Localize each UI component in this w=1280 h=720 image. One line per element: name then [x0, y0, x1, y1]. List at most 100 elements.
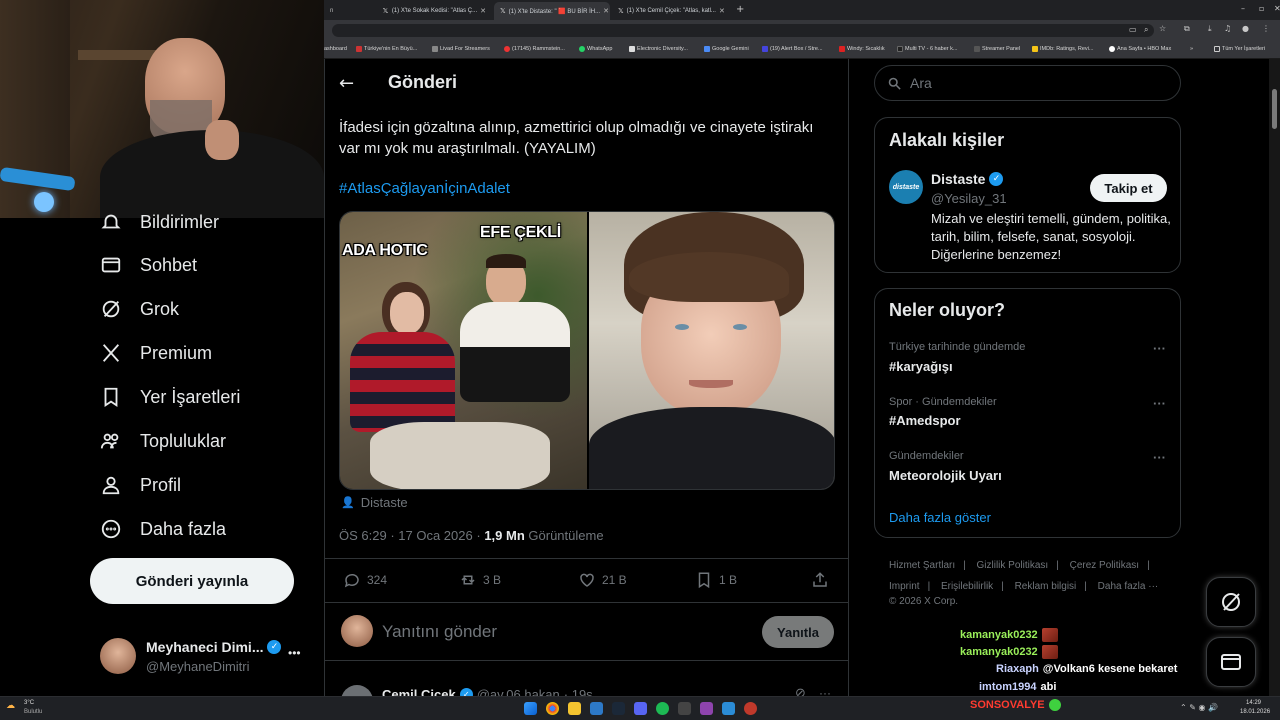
like-action[interactable]: 21 B	[578, 571, 627, 589]
media-control-icon[interactable]: ♫	[1224, 24, 1231, 33]
bookmarks-overflow[interactable]: »	[1190, 46, 1193, 52]
footer-link[interactable]: Reklam bilgisi	[1015, 581, 1077, 592]
footer-link[interactable]: Imprint	[889, 581, 920, 592]
app-icon[interactable]	[678, 702, 691, 715]
nav-bookmarks[interactable]: Yer İşaretleri	[100, 386, 240, 408]
menu-icon[interactable]: ⋮	[1262, 24, 1270, 33]
nav-profile[interactable]: Profil	[100, 474, 181, 496]
tweet-date[interactable]: 17 Oca 2026	[398, 528, 472, 543]
more-icon[interactable]: ···	[1153, 450, 1166, 465]
bookmark-item[interactable]: ashboard	[324, 46, 347, 52]
extensions-icon[interactable]: ⧉	[1184, 24, 1190, 34]
address-bar[interactable]: ▭ ⌕ ☆ ⧉ ⤓ ♫ ● ⋮	[324, 20, 1280, 40]
reply-button[interactable]: Yanıtla	[762, 616, 834, 648]
browser-tab[interactable]: n	[324, 2, 374, 20]
hashtag-link[interactable]: #AtlasÇağlayanİçinAdalet	[339, 180, 510, 197]
bookmark-item[interactable]: Livad For Streamers	[432, 46, 490, 52]
chrome-icon[interactable]	[546, 702, 559, 715]
close-window-icon[interactable]: ✕	[1274, 4, 1280, 13]
tweet-time[interactable]: ÖS 6:29	[339, 528, 387, 543]
bookmark-item[interactable]: Google Gemini	[704, 46, 749, 52]
bookmark-item[interactable]: (17145) Rammstein...	[504, 46, 565, 52]
more-icon[interactable]: •••	[288, 646, 301, 660]
reply-action[interactable]: 324	[343, 571, 387, 589]
app-icon[interactable]	[744, 702, 757, 715]
more-icon[interactable]: ···	[819, 686, 831, 696]
new-tab-icon[interactable]: +	[736, 4, 744, 15]
grok-icon[interactable]: ⊘	[795, 686, 806, 696]
file-explorer-icon[interactable]	[568, 702, 581, 715]
search-input[interactable]: Ara	[874, 65, 1181, 101]
zoom-icon[interactable]: ⌕	[1144, 25, 1148, 35]
nav-notifications[interactable]: Bildirimler	[100, 211, 219, 233]
bookmark-item[interactable]: (19) Alert Box / Stre...	[762, 46, 823, 52]
more-icon[interactable]: ···	[1153, 396, 1166, 411]
bookmark-item[interactable]: Streamer Panel	[974, 46, 1020, 52]
post-button[interactable]: Gönderi yayınla	[90, 558, 294, 604]
discord-icon[interactable]	[634, 702, 647, 715]
bookmark-item[interactable]: Electronic Diversity...	[629, 46, 688, 52]
bookmark-folder[interactable]: Tüm Yer İşaretleri	[1214, 46, 1265, 52]
scrollbar[interactable]	[1269, 59, 1280, 696]
footer-link[interactable]: Gizlilik Politikası	[977, 560, 1049, 571]
retweet-action[interactable]: 3 B	[459, 571, 501, 589]
nav-communities[interactable]: Topluluklar	[100, 430, 226, 452]
tweet-media[interactable]: ADA HOTIC EFE ÇEKLİ	[339, 211, 835, 490]
browser-tab[interactable]: 𝕏 (1) X'te Cemil Çiçek: "Atlas, katl... …	[612, 2, 728, 20]
app-icon[interactable]	[722, 702, 735, 715]
bookmark-item[interactable]: Türkiye'nin En Büyü...	[356, 46, 417, 52]
footer-link[interactable]: Hizmet Şartları	[889, 560, 955, 571]
follow-button[interactable]: Takip et	[1090, 174, 1167, 202]
reply-input[interactable]: Yanıtını gönder	[382, 622, 497, 642]
footer-link[interactable]: Çerez Politikası	[1070, 560, 1139, 571]
start-icon[interactable]	[524, 702, 537, 715]
nav-grok[interactable]: Grok	[100, 298, 179, 320]
media-photo-right[interactable]	[589, 212, 834, 489]
next-tweet[interactable]: Cemil Çiçek ✓ @av.06.hakan · 19s ⊘ ···	[325, 661, 848, 696]
media-photo-left[interactable]: ADA HOTIC EFE ÇEKLİ	[340, 212, 587, 489]
share-action[interactable]	[811, 571, 829, 589]
nav-chat[interactable]: Sohbet	[100, 254, 197, 276]
app-icon[interactable]	[700, 702, 713, 715]
bookmark-item[interactable]: WhatsApp	[579, 46, 612, 52]
minimize-icon[interactable]: –	[1241, 4, 1245, 13]
app-icon[interactable]	[590, 702, 603, 715]
page-title: Gönderi	[388, 72, 458, 92]
cast-icon[interactable]: ▭	[1129, 25, 1137, 34]
clock-time[interactable]: 14:29	[1246, 700, 1261, 706]
bookmark-item[interactable]: IMDb: Ratings, Revi...	[1032, 46, 1094, 52]
spotify-icon[interactable]	[656, 702, 669, 715]
close-icon[interactable]: ✕	[480, 7, 486, 15]
bookmark-action[interactable]: 1 B	[695, 571, 737, 589]
avatar[interactable]: distaste	[889, 170, 923, 204]
bookmark-item[interactable]: Ana Sayfa • HBO Max	[1109, 46, 1171, 52]
bookmark-item[interactable]: Windy: Sıcaklık	[839, 46, 885, 52]
more-icon[interactable]: ···	[1153, 341, 1166, 356]
chat-message: Riaxaph @Volkan6 kesene bekaret	[996, 663, 1177, 675]
browser-tab-active[interactable]: 𝕏 (1) X'te Distaste: " 🟥 BU BİR İH... ✕	[494, 2, 610, 20]
nav-more[interactable]: Daha fazla	[100, 518, 226, 540]
url-field[interactable]	[332, 24, 1154, 37]
download-icon[interactable]: ⤓	[1208, 24, 1212, 34]
system-tray-icons[interactable]: ⌃ ✎ ◉ 🔊	[1180, 703, 1218, 712]
show-more-link[interactable]: Daha fazla göster	[889, 510, 991, 525]
close-icon[interactable]: ✕	[719, 7, 725, 15]
footer-link[interactable]: Erişilebilirlik	[941, 581, 993, 592]
browser-tab[interactable]: 𝕏 (1) X'te Sokak Kedisi: "Atlas Ç... ✕	[376, 2, 492, 20]
back-arrow-icon[interactable]: ←	[339, 73, 354, 94]
close-icon[interactable]: ✕	[603, 7, 609, 15]
nav-premium[interactable]: Premium	[100, 342, 212, 364]
bookmark-item[interactable]: Multi TV - 6 haber k...	[897, 46, 957, 52]
user-name[interactable]: Distaste	[931, 171, 985, 187]
profile-avatar-icon[interactable]: ●	[1242, 24, 1249, 33]
footer-link[interactable]: Daha fazla ···	[1098, 581, 1159, 592]
grok-fab[interactable]	[1206, 577, 1256, 627]
messages-fab[interactable]	[1206, 637, 1256, 687]
star-icon[interactable]: ☆	[1159, 24, 1166, 33]
clock-date[interactable]: 18.01.2026	[1240, 709, 1270, 715]
account-switcher[interactable]: Meyhaneci Dimi... ✓ @MeyhaneDimitri •••	[100, 634, 315, 682]
scrollbar-thumb[interactable]	[1272, 89, 1277, 129]
media-credit[interactable]: 👤 Distaste	[341, 495, 408, 510]
maximize-icon[interactable]: ▫	[1259, 4, 1264, 13]
steam-icon[interactable]	[612, 702, 625, 715]
